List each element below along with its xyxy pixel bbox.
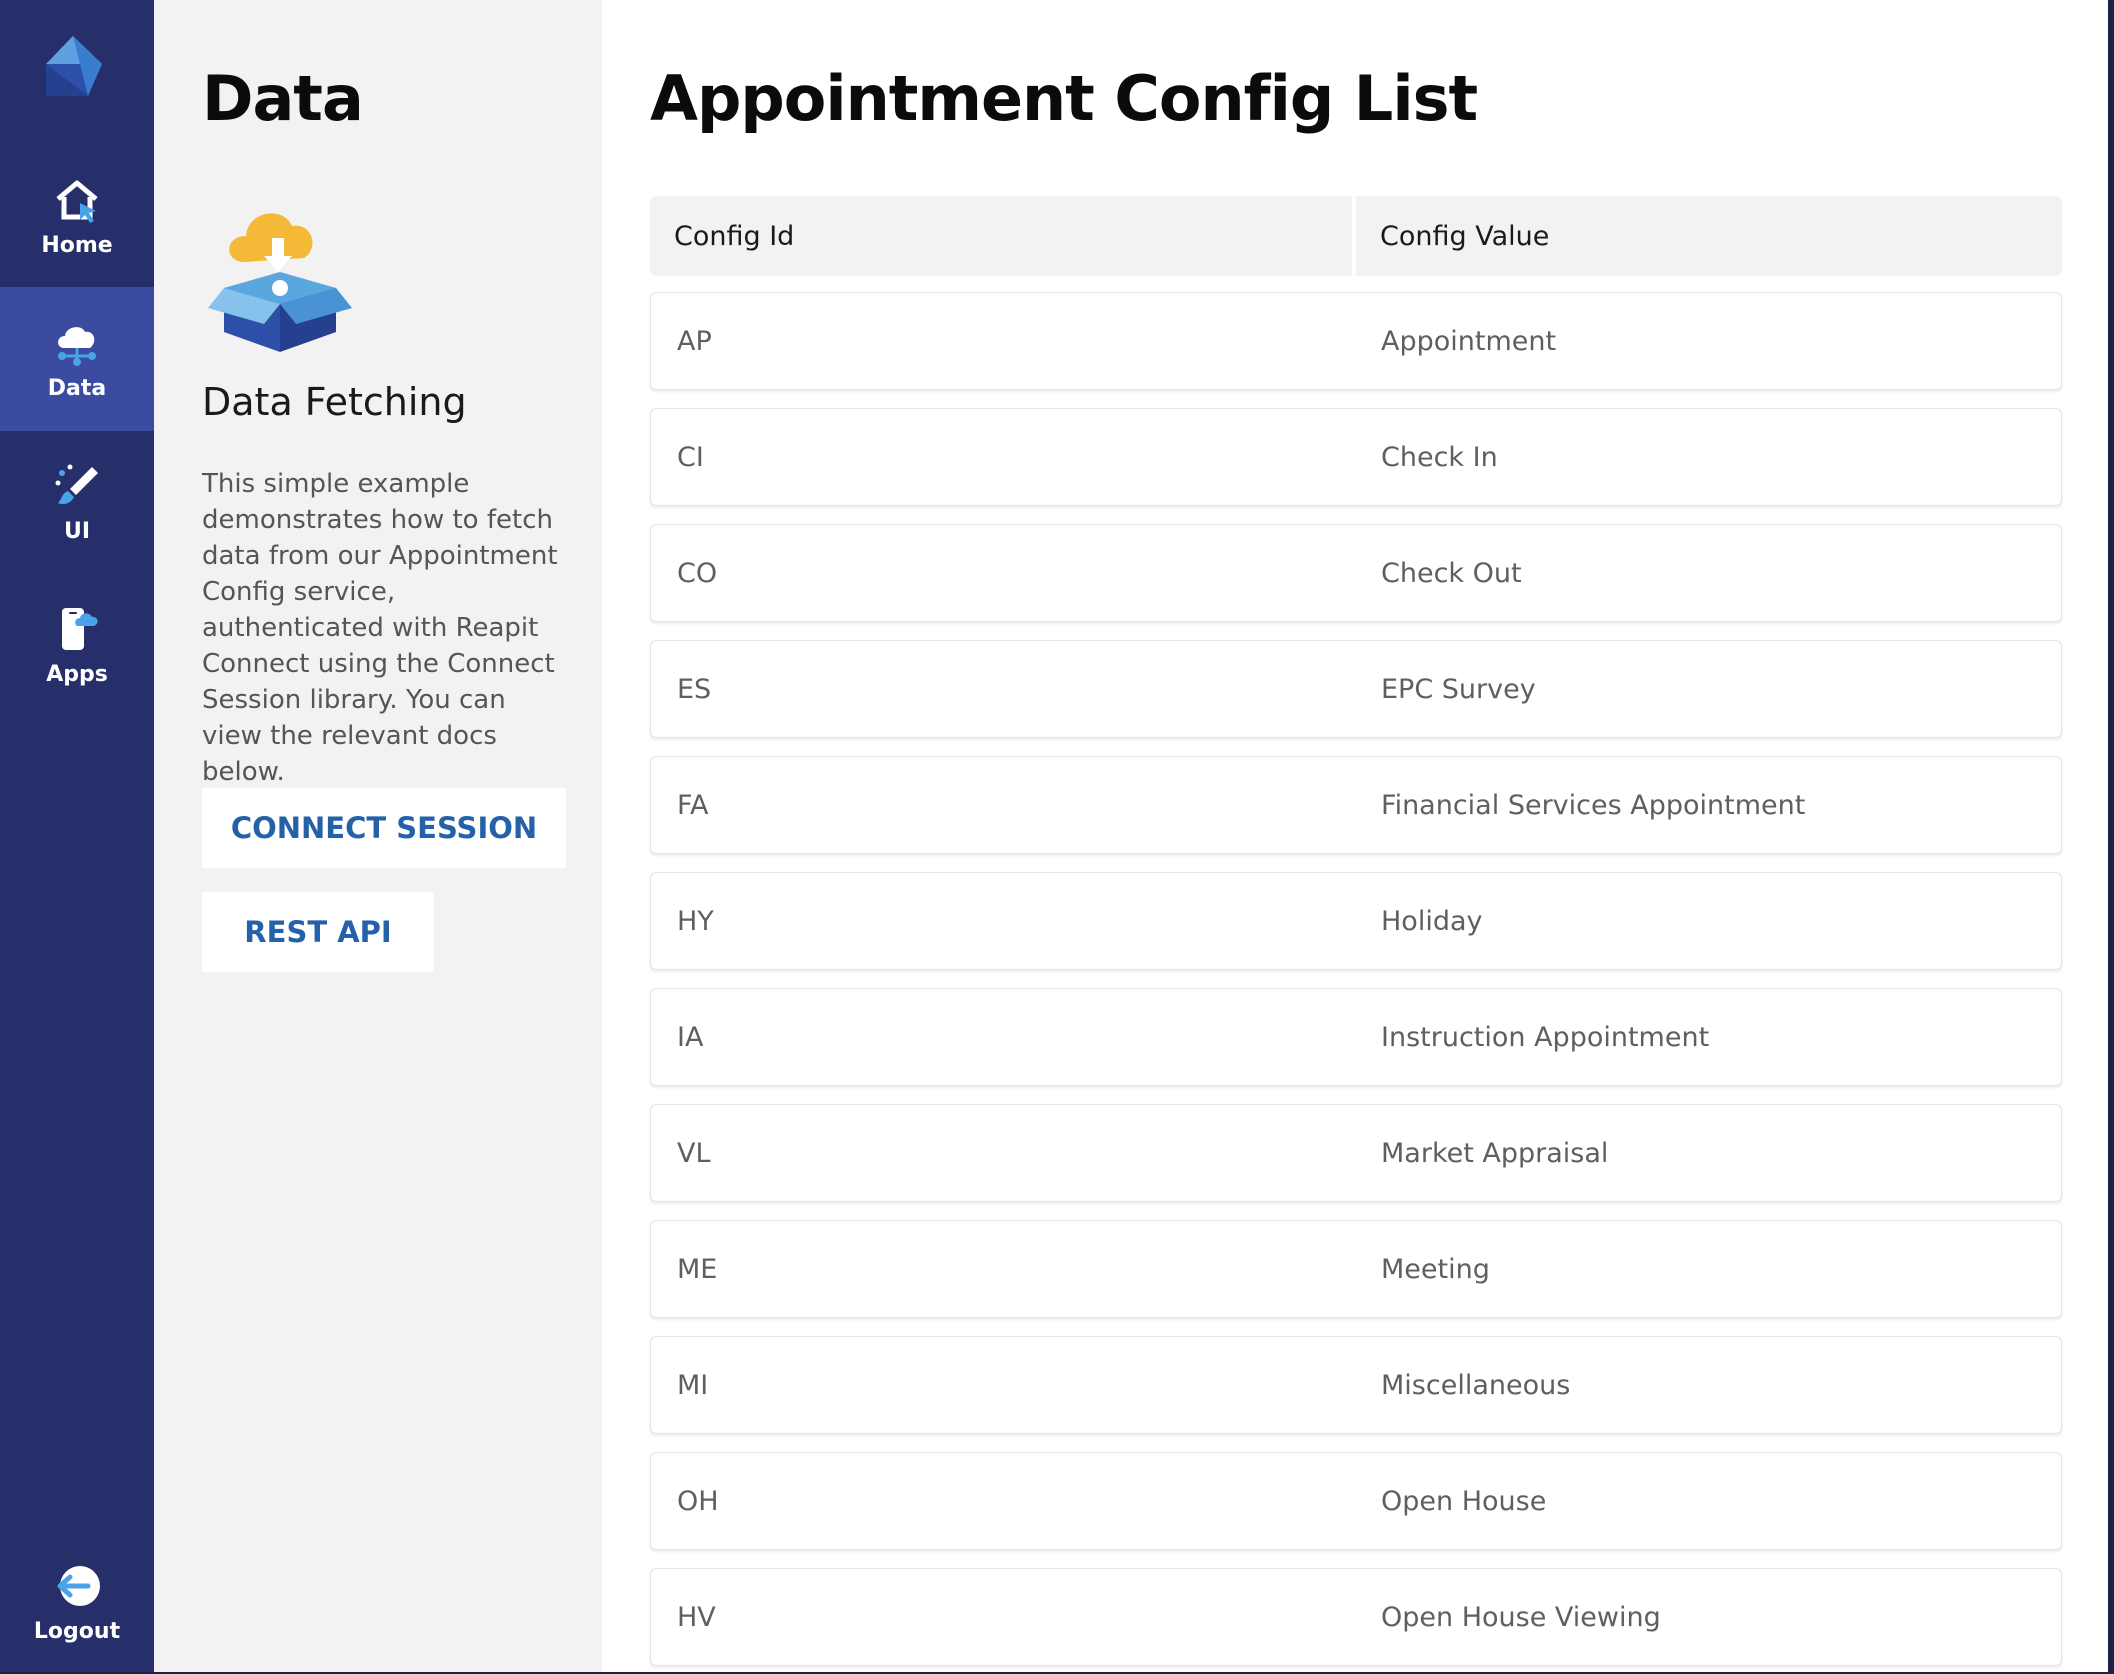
table-row: HY Holiday (650, 872, 2062, 970)
table-row: ME Meeting (650, 1220, 2062, 1318)
nav-item-logout[interactable]: Logout (0, 1530, 154, 1674)
nav-item-apps[interactable]: Apps (0, 573, 154, 717)
cell-config-id: MI (677, 1369, 709, 1401)
table-row: AP Appointment (650, 292, 2062, 390)
cell-config-value: Check In (1381, 441, 1498, 473)
cell-config-id: ME (677, 1253, 718, 1285)
secondary-description: This simple example demonstrates how to … (202, 469, 558, 787)
nav-label-apps: Apps (46, 661, 108, 687)
cell-config-id: OH (677, 1485, 719, 1517)
nav-label-ui: UI (63, 518, 91, 544)
nav-label-logout: Logout (33, 1618, 121, 1644)
nav-sidebar: Home Data UI Apps Logout (0, 0, 154, 1674)
phone-cloud-icon (62, 607, 98, 650)
cloud-data-icon (58, 326, 96, 366)
cell-config-value: Appointment (1381, 325, 1557, 357)
cell-config-value: Open House Viewing (1381, 1601, 1661, 1633)
cell-config-id: VL (677, 1137, 711, 1169)
cell-config-id: FA (677, 789, 709, 821)
cell-config-id: IA (677, 1021, 704, 1053)
cell-config-value: Miscellaneous (1381, 1369, 1571, 1401)
cell-config-id: CI (677, 441, 704, 473)
table-row: IA Instruction Appointment (650, 988, 2062, 1086)
cell-config-id: HV (677, 1601, 716, 1633)
cell-config-value: Meeting (1381, 1253, 1490, 1285)
nav-label-home: Home (41, 232, 113, 258)
cell-config-id: AP (677, 325, 712, 357)
column-header-config-id: Config Id (650, 196, 1352, 276)
page-title: Appointment Config List (650, 62, 1478, 135)
cell-config-id: ES (677, 673, 712, 705)
cell-config-value: Market Appraisal (1381, 1137, 1609, 1169)
cell-config-id: CO (677, 557, 718, 589)
secondary-title: Data (202, 62, 364, 135)
nav-item-data[interactable]: Data (0, 287, 154, 431)
table-row: CO Check Out (650, 524, 2062, 622)
cell-config-value: Holiday (1381, 905, 1483, 937)
home-icon (56, 180, 98, 223)
brush-icon (55, 464, 98, 504)
column-header-config-value: Config Value (1356, 196, 2062, 276)
cell-config-value: Instruction Appointment (1381, 1021, 1710, 1053)
table-row: HV Open House Viewing (650, 1568, 2062, 1666)
connect-session-button[interactable]: CONNECT SESSION (202, 788, 566, 868)
logout-icon (57, 1565, 100, 1606)
nav-label-data: Data (47, 375, 107, 401)
app-window: Home Data UI Apps Logout Data Data Fetch… (0, 0, 2114, 1674)
table-header: Config Id Config Value (650, 196, 2062, 276)
main-content: Appointment Config List Config Id Config… (602, 0, 2114, 1674)
table-row: VL Market Appraisal (650, 1104, 2062, 1202)
table-row: FA Financial Services Appointment (650, 756, 2062, 854)
window-edge (2108, 0, 2114, 1674)
cell-config-value: EPC Survey (1381, 673, 1536, 705)
cell-config-value: Check Out (1381, 557, 1522, 589)
cell-config-id: HY (677, 905, 714, 937)
nav-item-ui[interactable]: UI (0, 430, 154, 574)
cell-config-value: Financial Services Appointment (1381, 789, 1806, 821)
table-body: AP Appointment CI Check In CO Check Out … (650, 292, 2062, 1674)
reapit-logo-icon[interactable] (42, 34, 104, 102)
table-row: ES EPC Survey (650, 640, 2062, 738)
nav-item-home[interactable]: Home (0, 144, 154, 288)
rest-api-button[interactable]: REST API (202, 892, 434, 972)
table-row: MI Miscellaneous (650, 1336, 2062, 1434)
data-box-illustration-icon (204, 192, 356, 352)
secondary-subtitle: Data Fetching (202, 380, 467, 424)
table-row: CI Check In (650, 408, 2062, 506)
table-row: OH Open House (650, 1452, 2062, 1550)
cell-config-value: Open House (1381, 1485, 1547, 1517)
